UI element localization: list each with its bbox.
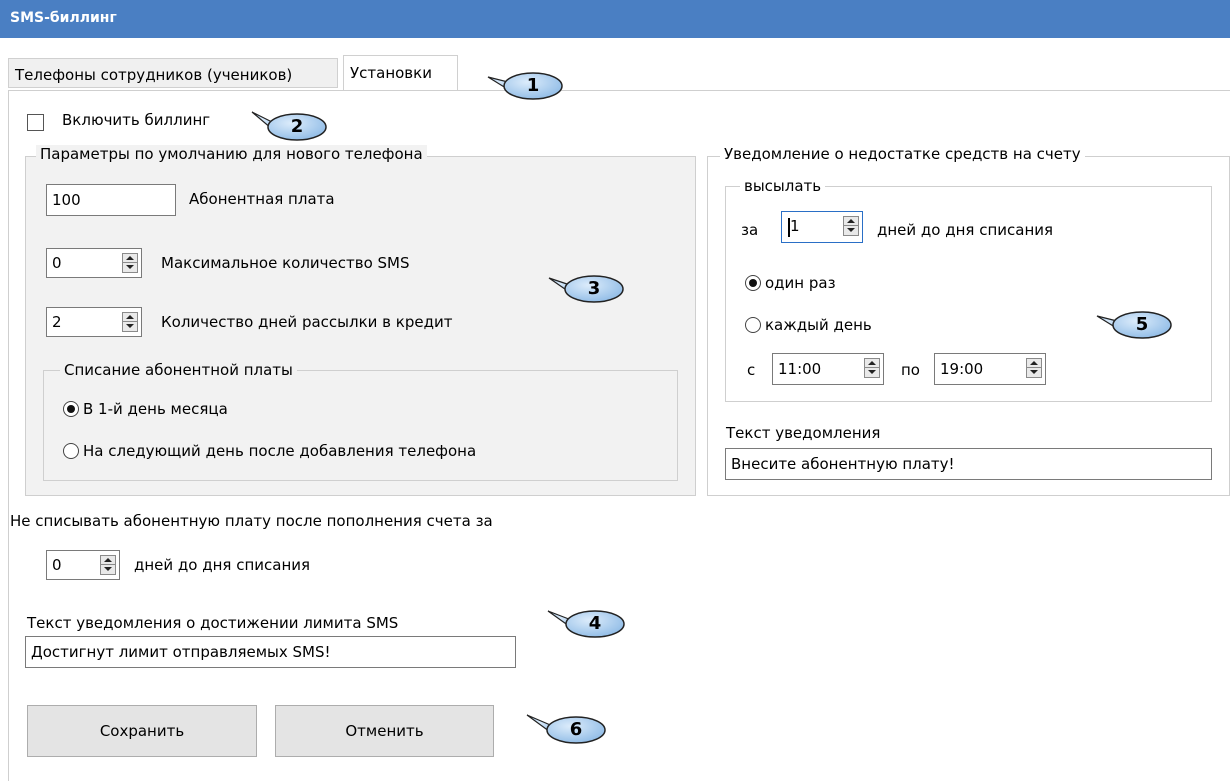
send-suffix: дней до дня списания xyxy=(877,221,1054,239)
send-days-stepper[interactable]: 1 xyxy=(781,211,863,243)
time-from-spin-buttons[interactable] xyxy=(864,358,880,378)
limit-text-input[interactable]: Достигнут лимит отправляемых SMS! xyxy=(25,636,516,668)
send-prefix: за xyxy=(741,221,759,239)
callout-bubble: 2 xyxy=(251,111,328,142)
charge-next-day-radio[interactable] xyxy=(63,443,79,459)
tab-label: Установки xyxy=(350,64,432,82)
window-title-bar: SMS-биллинг xyxy=(0,0,1230,38)
arrow-down-icon xyxy=(104,567,112,571)
callout-bubble: 5 xyxy=(1096,310,1173,340)
credit-days-stepper[interactable]: 2 xyxy=(46,307,142,337)
text-caret xyxy=(788,218,790,237)
panel-border xyxy=(8,90,9,781)
charge-first-day-label: В 1-й день месяца xyxy=(83,400,228,418)
callout-bubble: 4 xyxy=(547,609,626,639)
save-button[interactable]: Сохранить xyxy=(27,705,257,757)
time-to-label: по xyxy=(901,361,920,379)
send-group-legend: высылать xyxy=(740,177,826,195)
arrow-down-icon xyxy=(126,324,134,328)
send-days-value: 1 xyxy=(790,217,800,235)
cancel-button[interactable]: Отменить xyxy=(275,705,494,757)
no-charge-label: Не списывать абонентную плату после попо… xyxy=(10,512,493,530)
no-charge-spin-buttons[interactable] xyxy=(100,555,116,575)
no-charge-suffix: дней до дня списания xyxy=(134,556,311,574)
fee-label: Абонентная плата xyxy=(189,190,335,208)
no-charge-days-stepper[interactable]: 0 xyxy=(46,550,120,580)
callout-number: 6 xyxy=(569,719,583,740)
max-sms-label: Максимальное количество SMS xyxy=(161,254,410,272)
arrow-down-icon xyxy=(1030,370,1038,374)
tab-settings[interactable]: Установки xyxy=(343,55,458,91)
notify-group-legend: Уведомление о недостатке средств на счет… xyxy=(720,145,1085,163)
charge-first-day-radio[interactable] xyxy=(63,401,79,417)
no-charge-days-value: 0 xyxy=(52,556,62,574)
time-from-stepper[interactable]: 11:00 xyxy=(772,353,884,385)
callout-number: 3 xyxy=(587,278,601,299)
window-title: SMS-биллинг xyxy=(10,10,117,26)
time-from-value: 11:00 xyxy=(778,360,822,378)
defaults-group-legend: Параметры по умолчанию для нового телефо… xyxy=(36,145,427,163)
arrow-up-icon xyxy=(104,558,112,562)
enable-billing-label: Включить биллинг xyxy=(62,111,211,129)
max-sms-value: 0 xyxy=(52,254,62,272)
callout-bubble: 1 xyxy=(487,71,564,101)
fee-input[interactable]: 100 xyxy=(46,184,176,216)
arrow-down-icon xyxy=(847,228,855,232)
time-to-stepper[interactable]: 19:00 xyxy=(934,353,1046,385)
enable-billing-checkbox[interactable] xyxy=(27,114,44,131)
callout-bubble: 6 xyxy=(526,714,607,745)
limit-text-label: Текст уведомления о достижении лимита SM… xyxy=(27,614,399,632)
arrow-up-icon xyxy=(1030,361,1038,365)
arrow-up-icon xyxy=(868,361,876,365)
notify-text-input[interactable]: Внесите абонентную плату! xyxy=(725,448,1212,480)
send-daily-radio[interactable] xyxy=(745,317,761,333)
tab-strip-divider xyxy=(8,90,1230,91)
callout-number: 2 xyxy=(290,116,304,137)
callout-number: 1 xyxy=(526,75,540,96)
arrow-up-icon xyxy=(126,256,134,260)
arrow-up-icon xyxy=(126,315,134,319)
tab-employee-phones[interactable]: Телефоны сотрудников (учеников) xyxy=(8,58,338,88)
charge-group-legend: Списание абонентной платы xyxy=(60,361,297,379)
credit-days-spin-buttons[interactable] xyxy=(122,312,138,332)
arrow-up-icon xyxy=(847,219,855,223)
arrow-down-icon xyxy=(126,265,134,269)
max-sms-spin-buttons[interactable] xyxy=(122,253,138,273)
notify-text-label: Текст уведомления xyxy=(726,424,881,442)
send-days-spin-buttons[interactable] xyxy=(843,216,859,236)
callout-number: 5 xyxy=(1135,314,1149,335)
send-once-radio[interactable] xyxy=(745,275,761,291)
callout-number: 4 xyxy=(588,613,602,634)
callout-bubble: 3 xyxy=(548,274,625,304)
max-sms-stepper[interactable]: 0 xyxy=(46,248,142,278)
credit-days-label: Количество дней рассылки в кредит xyxy=(161,313,453,331)
time-from-label: с xyxy=(747,361,756,379)
send-daily-label: каждый день xyxy=(765,316,872,334)
time-to-spin-buttons[interactable] xyxy=(1026,358,1042,378)
charge-group xyxy=(43,370,678,481)
credit-days-value: 2 xyxy=(52,313,62,331)
charge-next-day-label: На следующий день после добавления телеф… xyxy=(83,442,477,460)
arrow-down-icon xyxy=(868,370,876,374)
time-to-value: 19:00 xyxy=(940,360,984,378)
send-once-label: один раз xyxy=(765,274,836,292)
tab-label: Телефоны сотрудников (учеников) xyxy=(15,66,293,84)
